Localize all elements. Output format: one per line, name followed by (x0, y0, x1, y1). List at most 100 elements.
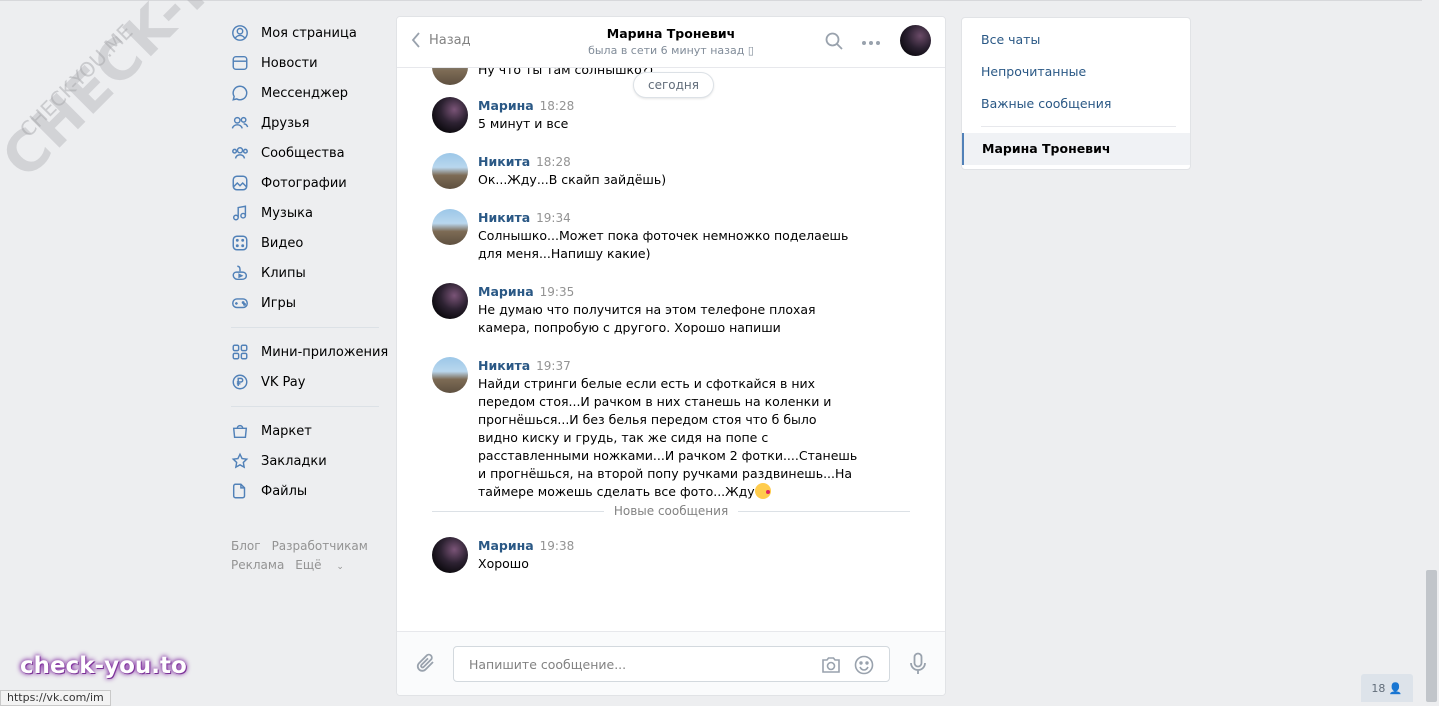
avatar[interactable] (432, 153, 468, 189)
nav-item-games[interactable]: Игры (231, 288, 391, 318)
message: Марина 18:28 5 минут и все (432, 97, 912, 133)
microphone-icon[interactable] (908, 652, 928, 680)
nav-label: Видео (261, 235, 304, 251)
footer-ads-link[interactable]: Реклама (231, 558, 284, 572)
nav-label: VK Pay (261, 374, 306, 390)
nav-item-communities[interactable]: Сообщества (231, 138, 391, 168)
nav-label: Мини-приложения (261, 344, 389, 360)
nav-divider (231, 406, 379, 407)
watermark-bottom: check-you.to (20, 653, 187, 679)
nav-item-messenger[interactable]: Мессенджер (231, 78, 391, 108)
message-text: Найди стринги белые если есть и сфоткайс… (478, 375, 858, 501)
footer-more-link[interactable]: Ещё ⌄ (295, 558, 355, 572)
paperclip-icon[interactable] (416, 652, 436, 678)
message: Никита 19:34 Солнышко...Может пока фоточе… (432, 209, 912, 263)
nav-label: Файлы (261, 483, 308, 499)
phone-icon: ▯ (747, 44, 754, 57)
message-author[interactable]: Никита (478, 154, 530, 169)
message-time[interactable]: 18:28 (536, 155, 571, 169)
message-text: Ок...Жду...В скайп зайдёшь) (478, 172, 667, 187)
divider-line (738, 510, 910, 512)
nav-item-market[interactable]: Маркет (231, 416, 391, 446)
nav-label: Музыка (261, 205, 313, 221)
scrollbar-thumb[interactable] (1426, 570, 1437, 702)
nav-item-music[interactable]: Музыка (231, 198, 391, 228)
status-bar-url: https://vk.com/im (0, 690, 111, 706)
chat-panel: Назад Марина Троневич была в сети 6 мину… (396, 16, 946, 696)
clips-icon (231, 264, 249, 282)
message-author[interactable]: Марина (478, 284, 534, 299)
avatar[interactable] (432, 537, 468, 573)
message-text: 5 минут и все (478, 116, 569, 131)
message-time[interactable]: 18:28 (540, 99, 575, 113)
chat-header: Назад Марина Троневич была в сети 6 мину… (397, 17, 945, 68)
person-icon: 👤 (1388, 681, 1403, 695)
chat-filters-panel: Все чаты Непрочитанные Важные сообщения … (961, 17, 1191, 170)
star-icon (231, 452, 249, 470)
nav-item-photos[interactable]: Фотографии (231, 168, 391, 198)
nav-item-mini-apps[interactable]: Мини-приложения (231, 337, 391, 367)
message-author[interactable]: Марина (478, 98, 534, 113)
nav-item-files[interactable]: Файлы (231, 476, 391, 506)
avatar (432, 67, 468, 85)
filter-all-chats[interactable]: Все чаты (981, 32, 1040, 47)
smiley-icon[interactable] (854, 655, 874, 679)
nav-item-vk-pay[interactable]: VK Pay (231, 367, 391, 397)
avatar[interactable] (432, 209, 468, 245)
message-text: Не думаю что получится на этом телефоне … (478, 302, 816, 335)
nav-item-my-page[interactable]: Моя страница (231, 18, 391, 48)
message-text-body: Найди стринги белые если есть и сфоткайс… (478, 376, 858, 499)
message-text-clipped: Ну что ты там солнышко?) (478, 67, 654, 77)
avatar[interactable] (432, 97, 468, 133)
nav-label: Закладки (261, 453, 327, 469)
message-author[interactable]: Никита (478, 358, 530, 373)
nav-item-news[interactable]: Новости (231, 48, 391, 78)
filter-unread[interactable]: Непрочитанные (981, 64, 1086, 79)
nav-item-clips[interactable]: Клипы (231, 258, 391, 288)
panel-divider (981, 126, 1176, 127)
message-time[interactable]: 19:34 (536, 211, 571, 225)
chevron-down-icon: ⌄ (336, 562, 344, 572)
gamepad-icon (231, 294, 249, 312)
nav-label: Фотографии (261, 175, 347, 191)
message-author[interactable]: Марина (478, 538, 534, 553)
message-time[interactable]: 19:37 (536, 359, 571, 373)
active-chat-item[interactable]: Марина Троневич (962, 133, 1190, 165)
message-time[interactable]: 19:38 (540, 539, 575, 553)
nav-label: Друзья (261, 115, 310, 131)
nav-label: Игры (261, 295, 297, 311)
nav-item-video[interactable]: Видео (231, 228, 391, 258)
camera-icon[interactable] (820, 655, 842, 679)
newspaper-icon (231, 54, 249, 72)
page-scrollbar[interactable] (1424, 0, 1439, 702)
top-border (0, 0, 1422, 1)
footer-links: Блог Разработчикам Реклама Ещё ⌄ (231, 537, 391, 577)
avatar[interactable] (432, 357, 468, 393)
photo-icon (231, 174, 249, 192)
nav-label: Сообщества (261, 145, 345, 161)
footer-devs-link[interactable]: Разработчикам (272, 539, 368, 553)
file-icon (231, 482, 249, 500)
footer-more-label: Ещё (295, 558, 322, 572)
peer-avatar[interactable] (900, 25, 931, 56)
nav-divider (231, 327, 379, 328)
avatar[interactable] (432, 283, 468, 319)
peer-status-text: была в сети 6 минут назад (588, 44, 745, 57)
nav-item-friends[interactable]: Друзья (231, 108, 391, 138)
nav-item-bookmarks[interactable]: Закладки (231, 446, 391, 476)
nav-label: Новости (261, 55, 318, 71)
search-icon[interactable] (825, 32, 843, 54)
footer-blog-link[interactable]: Блог (231, 539, 261, 553)
more-icon[interactable] (861, 35, 881, 50)
message: Марина 19:35 Не думаю что получится на эт… (432, 283, 912, 337)
online-friends-badge[interactable]: 18 👤 (1361, 674, 1413, 702)
message: Никита 18:28 Ок...Жду...В скайп зайдёшь) (432, 153, 912, 189)
nav-label: Мессенджер (261, 85, 348, 101)
new-messages-divider: Новые сообщения (432, 504, 910, 518)
message: Марина 19:38 Хорошо (432, 537, 912, 573)
message-history: Ну что ты там солнышко?) сегодня Марина 1… (397, 67, 945, 633)
message-author[interactable]: Никита (478, 210, 530, 225)
message-input[interactable] (467, 656, 801, 673)
filter-important[interactable]: Важные сообщения (981, 96, 1111, 111)
message-time[interactable]: 19:35 (540, 285, 575, 299)
